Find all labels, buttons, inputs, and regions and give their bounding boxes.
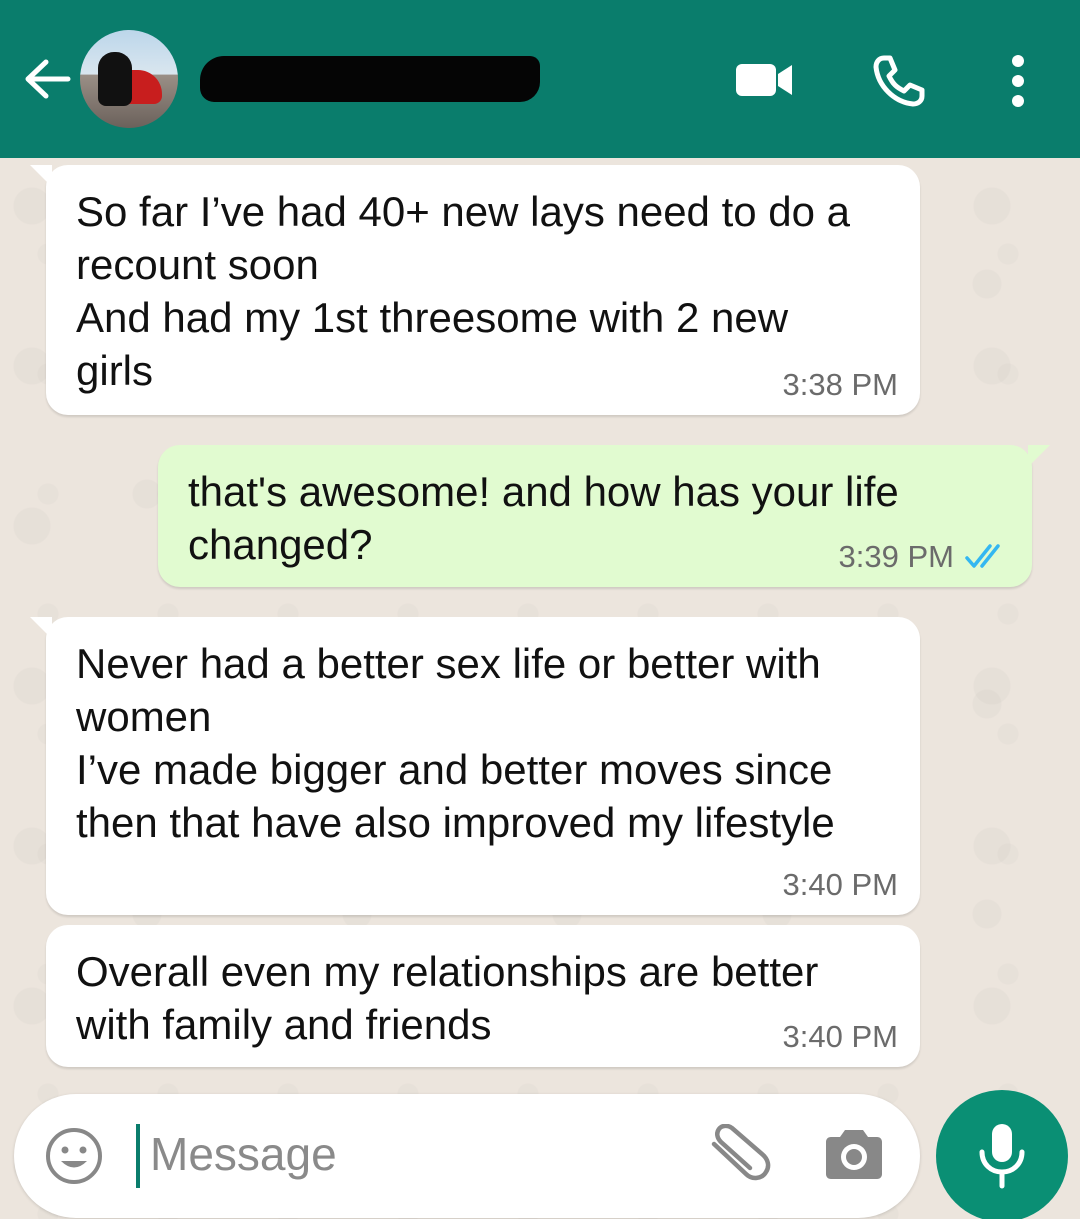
emoji-icon[interactable] xyxy=(44,1126,104,1186)
avatar-person-shape xyxy=(98,52,132,106)
double-check-read-icon xyxy=(965,544,1000,568)
attach-icon[interactable] xyxy=(702,1124,774,1184)
voice-message-button[interactable] xyxy=(936,1090,1068,1219)
incoming-message[interactable]: So far I’ve had 40+ new lays need to do … xyxy=(30,165,920,415)
more-options-icon[interactable] xyxy=(1004,54,1032,108)
message-timestamp: 3:38 PM xyxy=(782,367,898,402)
bubble-tail xyxy=(30,165,52,187)
incoming-message[interactable]: Overall even my relationships are better… xyxy=(46,925,920,1067)
microphone-icon xyxy=(979,1124,1025,1189)
incoming-message[interactable]: Never had a better sex life or better wi… xyxy=(30,617,920,915)
contact-avatar[interactable] xyxy=(80,30,178,128)
arrow-left-icon[interactable] xyxy=(22,56,72,102)
message-timestamp: 3:40 PM xyxy=(782,867,898,902)
message-timestamp: 3:39 PM xyxy=(838,539,954,574)
message-text: Never had a better sex life or better wi… xyxy=(76,640,835,846)
outgoing-message[interactable]: that's awesome! and how has your life ch… xyxy=(158,445,1050,587)
message-composer xyxy=(14,1094,920,1218)
bubble-tail xyxy=(30,617,52,639)
voice-call-icon[interactable] xyxy=(872,54,926,108)
message-timestamp: 3:40 PM xyxy=(782,1019,898,1054)
camera-icon[interactable] xyxy=(822,1128,886,1180)
text-cursor xyxy=(136,1124,140,1188)
chat-header xyxy=(0,0,1080,158)
video-call-icon[interactable] xyxy=(734,60,794,100)
message-text: that's awesome! and how has your life ch… xyxy=(188,468,899,568)
message-text: Overall even my relationships are better… xyxy=(76,948,819,1048)
contact-name-redacted[interactable] xyxy=(200,56,540,102)
message-input[interactable] xyxy=(150,1122,670,1186)
message-text: So far I’ve had 40+ new lays need to do … xyxy=(76,188,851,394)
bubble-tail xyxy=(1028,445,1050,467)
